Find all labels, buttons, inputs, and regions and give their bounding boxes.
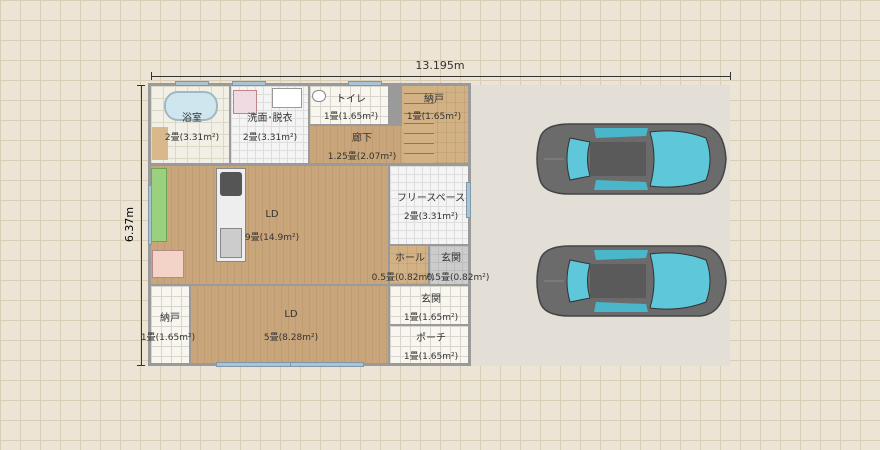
label-ld-sub-area: 5畳(8.28m²): [263, 333, 319, 343]
label-hall-area: 0.5畳(0.82m²): [371, 273, 435, 283]
room-storage-bottom: [151, 286, 189, 363]
label-entrance-name: 玄関: [421, 294, 441, 305]
label-entrance-area: 1畳(1.65m²): [403, 313, 459, 323]
window-bath: [175, 81, 209, 86]
window-ld-bottom-1: [216, 362, 292, 367]
label-washroom-name: 洗面･脱衣: [247, 113, 293, 124]
width-dimension-line: [151, 76, 730, 77]
label-bath-name: 浴室: [182, 113, 202, 124]
width-dimension-tick-right: [730, 72, 731, 80]
label-hallway-name: 廊下: [352, 133, 372, 144]
label-ld-sub-name: LD: [284, 309, 298, 320]
room-ld-main: [151, 166, 388, 284]
height-dimension-line: [141, 85, 142, 366]
sink-icon: [272, 88, 302, 108]
window-free-space: [466, 182, 471, 218]
label-storage-bottom-name: 納戸: [160, 313, 180, 324]
bed-icon: [152, 250, 184, 278]
toilet-icon: [312, 90, 326, 102]
label-free-space-name: フリースペース: [396, 193, 466, 204]
label-ld-main-area: 9畳(14.9m²): [244, 233, 300, 243]
window-ld-left: [148, 185, 152, 245]
car-bottom: [536, 245, 727, 317]
stove-icon: [220, 172, 242, 196]
label-hall-name: ホール: [395, 253, 425, 264]
label-toilet-area: 1畳(1.65m²): [323, 112, 379, 122]
height-dimension-tick-top: [137, 85, 145, 86]
label-bath-area: 2畳(3.31m²): [164, 133, 220, 143]
height-dimension-label: 6.37m: [123, 206, 137, 243]
label-porch-area: 1畳(1.65m²): [403, 352, 459, 362]
window-toilet: [348, 81, 382, 86]
label-storage-top-area: 1畳(1.65m²): [406, 112, 462, 122]
room-ld-sub: [191, 286, 388, 363]
label-entrance-small-area: 0.5畳(0.82m²): [426, 273, 490, 283]
car-top: [536, 123, 727, 195]
label-entrance-small-name: 玄関: [441, 253, 461, 264]
sofa-icon: [151, 168, 167, 242]
height-dimension-tick-bottom: [137, 365, 145, 366]
label-hallway-area: 1.25畳(2.07m²): [327, 152, 397, 162]
label-storage-bottom-area: 1畳(1.65m²): [140, 333, 196, 343]
window-ld-bottom-2: [290, 362, 364, 367]
label-washroom-area: 2畳(3.31m²): [242, 133, 298, 143]
width-dimension-label: 13.195m: [415, 59, 465, 72]
room-free-space: [390, 166, 468, 244]
width-dimension-tick-left: [151, 72, 152, 80]
label-ld-main-name: LD: [265, 209, 279, 220]
label-porch-name: ポーチ: [416, 333, 446, 344]
label-toilet-name: トイレ: [336, 94, 366, 105]
window-washroom: [232, 81, 266, 86]
kitchen-sink-icon: [220, 228, 242, 258]
label-free-space-area: 2畳(3.31m²): [403, 212, 459, 222]
label-storage-top-name: 納戸: [424, 94, 444, 105]
